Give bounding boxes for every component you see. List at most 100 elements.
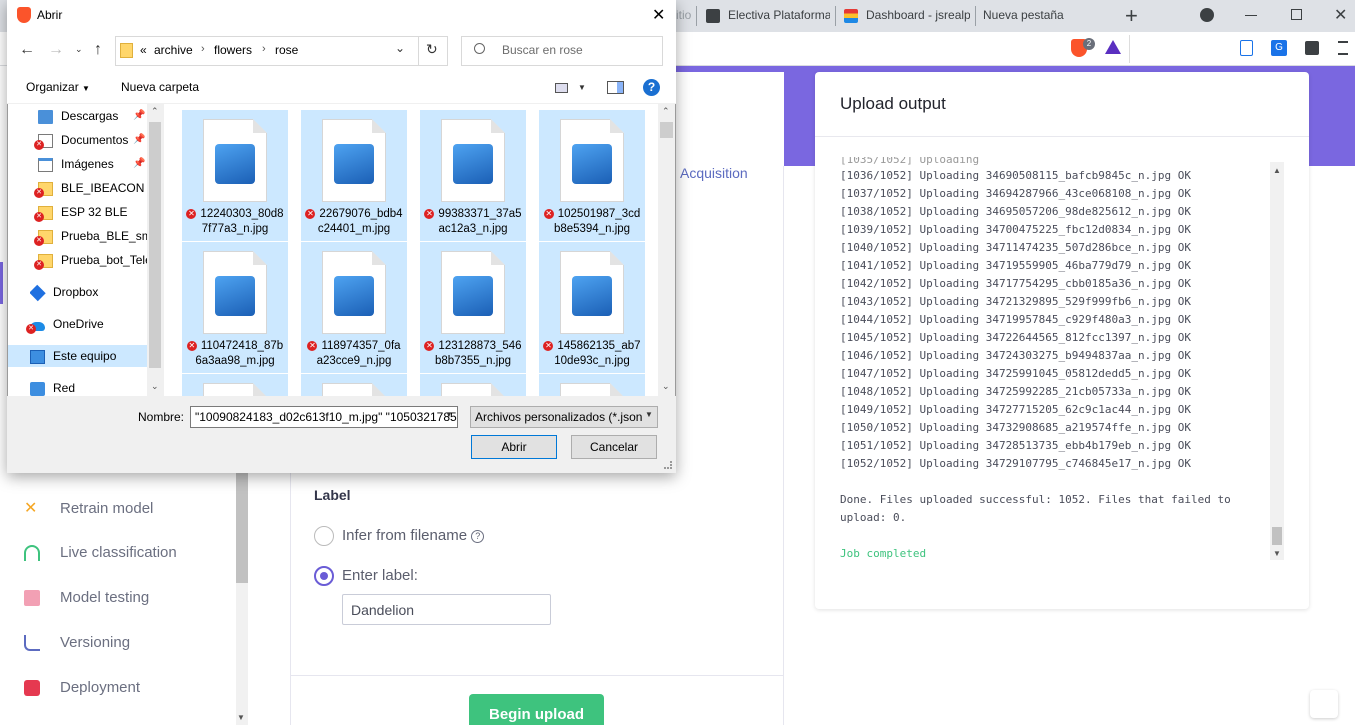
omnibox[interactable] (640, 35, 1130, 63)
path-separator-icon: › (201, 43, 205, 55)
log-scrollbar[interactable] (1270, 162, 1284, 560)
scroll-down-arrow-icon[interactable]: ▼ (237, 713, 245, 722)
organize-menu[interactable]: Organizar ▼ (26, 80, 90, 94)
file-item[interactable] (301, 374, 407, 396)
search-placeholder[interactable]: Buscar en rose (502, 43, 583, 57)
browser-tab-new[interactable]: Nueva pestaña (983, 0, 1113, 32)
up-arrow-icon[interactable]: ↑ (94, 41, 102, 59)
path-overflow[interactable]: « (140, 43, 147, 57)
back-arrow-icon[interactable]: ← (19, 41, 35, 59)
log-line: [1038/1052] Uploading 34695057206_98de82… (840, 205, 1191, 218)
browser-tab-electiva[interactable]: Electiva Plataforma (706, 0, 830, 32)
log-scroll-down-icon[interactable]: ▼ (1273, 549, 1281, 558)
translate-icon[interactable]: G (1271, 40, 1287, 56)
file-item[interactable]: ✕ 123128873_546 b8b7355_n.jpg (420, 242, 526, 373)
tree-scroll-down-icon[interactable]: ⌄ (151, 381, 159, 392)
tree-item[interactable]: Prueba_BLE_sma (38, 225, 147, 247)
infer-from-filename-label[interactable]: Infer from filename ? (342, 527, 485, 544)
tree-item[interactable]: Prueba_bot_Tele (38, 249, 147, 271)
log-scroll-up-icon[interactable]: ▲ (1273, 166, 1281, 175)
enter-label-radio[interactable] (314, 566, 334, 586)
tree-scrollbar-thumb[interactable] (149, 122, 161, 368)
reader-icon[interactable] (1240, 40, 1253, 56)
file-type-select[interactable]: Archivos personalizados (*.json (470, 406, 658, 428)
file-item[interactable]: ✕ 12240303_80d8 7f77a3_n.jpg (182, 110, 288, 241)
browser-tab-dashboard[interactable]: Dashboard - jsrealp (844, 0, 970, 32)
path-segment-archive[interactable]: archive (154, 43, 193, 57)
file-item[interactable]: ✕ 102501987_3cd b8e5394_n.jpg (539, 110, 645, 241)
label-input[interactable]: Dandelion (342, 594, 551, 625)
pin-icon[interactable]: 📌 (133, 158, 145, 169)
file-item[interactable] (539, 374, 645, 396)
file-item[interactable]: ✕ 118974357_0fa a23cce9_n.jpg (301, 242, 407, 373)
view-dropdown-icon[interactable]: ▼ (578, 83, 586, 92)
tree-item[interactable]: OneDrive (30, 313, 147, 335)
pin-icon[interactable]: 📌 (133, 110, 145, 121)
sidebar-item-versioning[interactable]: Versioning (24, 632, 130, 654)
file-scrollbar-thumb[interactable] (660, 122, 673, 138)
sidebar-scrollbar-thumb[interactable] (236, 470, 248, 583)
forward-arrow-icon[interactable]: → (48, 41, 64, 59)
menu-icon[interactable] (1338, 41, 1348, 55)
feedback-chat-icon[interactable] (1310, 690, 1338, 718)
log-scrollbar-thumb[interactable] (1272, 527, 1282, 545)
new-folder-button[interactable]: Nueva carpeta (121, 80, 199, 94)
minimize-icon[interactable] (1245, 15, 1257, 16)
tree-item[interactable]: Este equipo (30, 345, 147, 367)
live-classification-icon (24, 545, 40, 562)
tree-item[interactable]: Red (30, 377, 147, 399)
maximize-icon[interactable] (1291, 9, 1302, 20)
pin-icon[interactable]: 📌 (133, 134, 145, 145)
browser-tab-partial[interactable]: itio (676, 0, 698, 32)
file-item[interactable] (420, 374, 526, 396)
resize-grip-icon[interactable] (664, 461, 672, 469)
acquisition-link[interactable]: Acquisition (680, 165, 748, 181)
sidebar-item-deployment[interactable]: Deployment (24, 677, 140, 699)
begin-upload-button[interactable]: Begin upload (469, 694, 604, 725)
file-name-line: 145862135_ab7 (557, 340, 641, 352)
tree-item[interactable]: Descargas (38, 105, 147, 127)
tree-scroll-up-icon[interactable]: ⌃ (151, 106, 159, 117)
cancel-button[interactable]: Cancelar (571, 435, 657, 459)
tree-item[interactable]: BLE_IBEACON (38, 177, 147, 199)
extensions-icon[interactable] (1305, 41, 1319, 55)
file-item[interactable]: ✕ 110472418_87b 6a3aa98_m.jpg (182, 242, 288, 373)
enter-label-label[interactable]: Enter label: (342, 567, 418, 584)
path-segment-flowers[interactable]: flowers (214, 43, 252, 57)
preview-pane-icon[interactable] (607, 81, 624, 94)
help-icon[interactable]: ? (471, 529, 485, 543)
file-item[interactable]: ✕ 145862135_ab7 10de93c_n.jpg (539, 242, 645, 373)
sidebar-item-retrain-model[interactable]: ✕ Retrain model (24, 498, 153, 520)
path-segment-rose[interactable]: rose (275, 43, 298, 57)
new-tab-button[interactable]: + (1125, 3, 1138, 29)
tree-item[interactable]: Imágenes (38, 153, 147, 175)
file-item[interactable] (182, 374, 288, 396)
file-item[interactable]: ✕ 99383371_37a5 ac12a3_n.jpg (420, 110, 526, 241)
infer-from-filename-radio[interactable] (314, 526, 334, 546)
sidebar-item-model-testing[interactable]: Model testing (24, 587, 149, 609)
file-type-dropdown-icon[interactable]: ▼ (645, 410, 653, 419)
close-window-icon[interactable]: ✕ (1334, 5, 1347, 25)
tab-search-icon[interactable] (1200, 8, 1214, 22)
file-name-line: 7f77a3_n.jpg (201, 223, 269, 235)
view-options-icon[interactable] (555, 83, 568, 93)
tree-item[interactable]: Documentos (38, 129, 147, 151)
dialog-titlebar (7, 0, 676, 31)
path-dropdown-icon[interactable]: ⌄ (395, 41, 405, 55)
file-scroll-up-icon[interactable]: ⌃ (662, 106, 670, 117)
dialog-close-icon[interactable]: ✕ (652, 5, 665, 25)
recent-locations-icon[interactable]: ⌄ (75, 44, 83, 55)
file-scroll-down-icon[interactable]: ⌄ (662, 381, 670, 392)
filename-input[interactable]: "10090824183_d02c613f10_m.jpg" "10503217… (190, 406, 458, 428)
open-button[interactable]: Abrir (471, 435, 557, 459)
sidebar-item-live-classification[interactable]: Live classification (24, 542, 177, 564)
refresh-icon[interactable]: ↻ (426, 41, 438, 58)
tree-item[interactable]: Dropbox (30, 281, 147, 303)
file-item[interactable]: ✕ 22679076_bdb4 c24401_m.jpg (301, 110, 407, 241)
filename-dropdown-icon[interactable]: ▼ (445, 410, 453, 419)
help-icon[interactable]: ? (643, 79, 660, 96)
brave-rewards-icon[interactable] (1105, 40, 1121, 54)
deployment-icon (24, 680, 40, 697)
file-scrollbar[interactable] (658, 104, 675, 396)
tree-item[interactable]: ESP 32 BLE (38, 201, 147, 223)
